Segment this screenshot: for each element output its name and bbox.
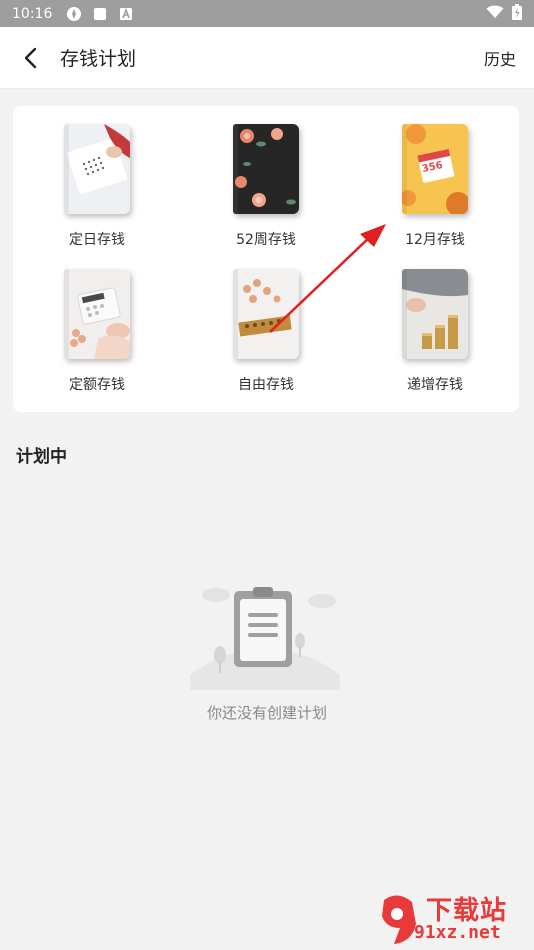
empty-state-illustration xyxy=(190,575,340,690)
annotation-arrow xyxy=(269,224,386,333)
watermark-url: 91xz.net xyxy=(414,922,501,943)
watermark: 下载站 91xz.net xyxy=(374,888,534,950)
empty-state-message: 你还没有创建计划 xyxy=(206,704,327,722)
clipboard-icon xyxy=(234,587,292,667)
in-progress-section-title: 计划中 xyxy=(16,447,67,467)
